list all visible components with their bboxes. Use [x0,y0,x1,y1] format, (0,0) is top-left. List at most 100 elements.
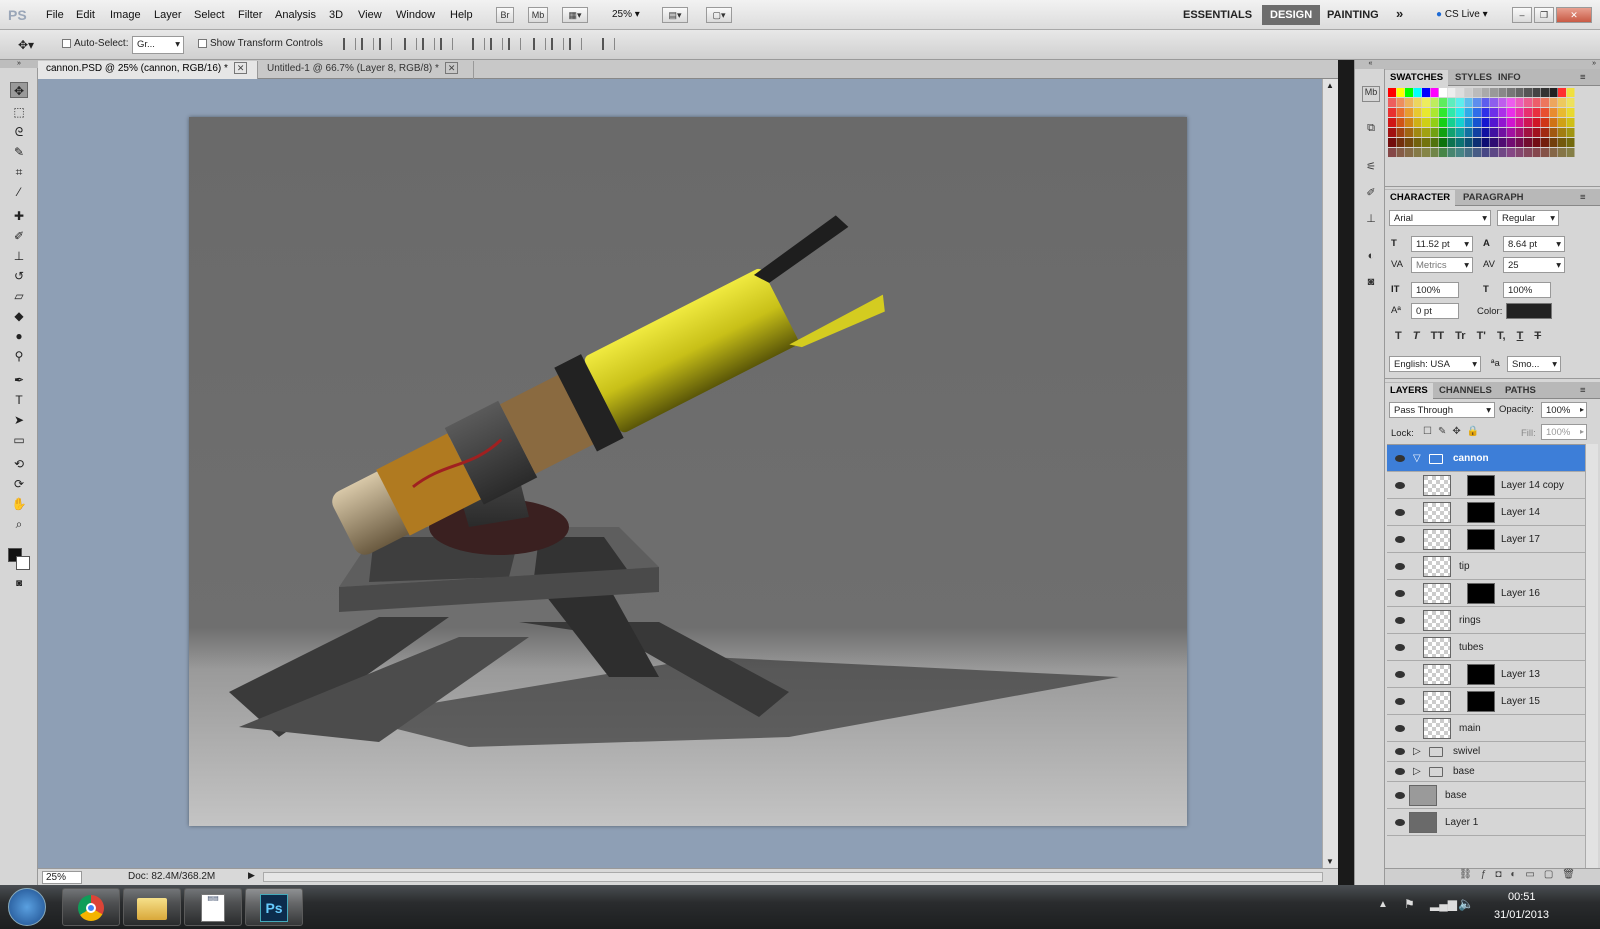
color-swatch[interactable] [1413,108,1422,117]
color-swatch[interactable] [1541,98,1549,107]
action-center-flag-icon[interactable]: ⚑ [1404,897,1415,911]
color-swatch[interactable] [1549,148,1558,157]
move-tool-icon[interactable]: ✥ [10,82,28,98]
leading-field[interactable]: 8.64 pt ▾ [1503,236,1565,252]
color-swatch[interactable] [1464,128,1473,137]
color-swatch[interactable] [1430,118,1439,127]
color-swatch[interactable] [1515,88,1524,97]
color-swatch[interactable] [1566,128,1575,137]
layers-scrollbar[interactable] [1585,444,1598,874]
color-swatch[interactable] [1405,98,1413,107]
taskbar-chrome[interactable] [62,888,120,926]
bridge-button[interactable]: Br [496,7,514,23]
zoom-level-dropdown[interactable]: 25% ▾ [612,9,640,20]
color-swatch[interactable] [1430,138,1439,147]
color-swatch[interactable] [1388,88,1396,97]
color-swatch[interactable] [1456,138,1464,147]
color-swatch[interactable] [1515,138,1524,147]
group-expand-icon[interactable]: ▽ [1413,453,1421,464]
workspace-essentials[interactable]: ESSENTIALS [1183,9,1252,21]
align-hcenter-icon[interactable] [422,38,435,50]
color-swatch[interactable] [1481,148,1490,157]
color-swatch[interactable] [1405,128,1413,137]
layer-row[interactable]: Layer 16 [1387,580,1585,607]
color-swatch[interactable] [1558,148,1566,157]
adjustments-panel-icon[interactable]: ⚟ [1362,160,1380,176]
align-left-icon[interactable] [404,38,417,50]
color-swatch[interactable] [1541,118,1549,127]
layer-row[interactable]: Layer 15 [1387,688,1585,715]
color-swatch[interactable] [1388,138,1396,147]
color-swatch[interactable] [1532,88,1541,97]
history-brush-tool-icon[interactable]: ↺ [10,268,28,284]
lasso-tool-icon[interactable]: ᘓ [10,124,28,140]
color-swatch[interactable] [1388,148,1396,157]
auto-align-layers-icon[interactable] [602,38,615,50]
menu-layer[interactable]: Layer [154,9,182,21]
color-swatch[interactable] [1549,138,1558,147]
color-swatch[interactable] [1507,118,1515,127]
color-swatch[interactable] [1413,148,1422,157]
color-swatch[interactable] [1524,98,1532,107]
color-swatch[interactable] [1541,138,1549,147]
layers-footer-buttons[interactable]: ⛓ƒ◘◐▭▢🗑 [1385,868,1600,885]
auto-select-dropdown[interactable]: Gr... ▾ [132,36,184,54]
color-swatch[interactable] [1439,108,1447,117]
healing-brush-tool-icon[interactable]: ✚ [10,208,28,224]
color-swatch[interactable] [1507,128,1515,137]
history-panel-icon[interactable]: ⧉ [1362,122,1380,138]
mini-bridge-button[interactable]: Mb [528,7,548,23]
panel-menu-icon[interactable]: ≡ [1580,72,1586,83]
baseline-shift-field[interactable]: 0 pt [1411,303,1459,319]
color-swatch[interactable] [1439,138,1447,147]
move-tool-preset-icon[interactable]: ✥▾ [18,38,34,52]
kerning-field[interactable]: Metrics ▾ [1411,257,1473,273]
color-swatch[interactable] [1430,108,1439,117]
color-swatch[interactable] [1473,148,1481,157]
tab-paths[interactable]: PATHS [1505,385,1536,396]
pen-tool-icon[interactable]: ✒ [10,372,28,388]
type-tool-icon[interactable]: T [10,392,28,408]
fill-field[interactable]: 100% ▸ [1541,424,1587,440]
close-tab-icon[interactable]: ✕ [233,62,248,74]
visibility-eye-icon[interactable] [1395,670,1405,678]
color-swatch[interactable] [1558,118,1566,127]
paint-bucket-tool-icon[interactable]: ◆ [10,308,28,324]
horizontal-scale-field[interactable]: 100% [1503,282,1551,298]
status-menu-arrow-icon[interactable]: ▶ [248,870,255,881]
layer-mask-thumbnail[interactable] [1467,664,1495,685]
close-tab-icon[interactable]: ✕ [444,62,459,74]
color-swatch[interactable] [1490,148,1498,157]
collapse-panels-icon[interactable]: » [1385,60,1600,69]
color-swatch[interactable] [1447,88,1456,97]
layer-row[interactable]: Layer 17 [1387,526,1585,553]
color-swatch[interactable] [1464,108,1473,117]
clock-time[interactable]: 00:51 [1508,891,1536,903]
visibility-eye-icon[interactable] [1395,697,1405,705]
quick-select-tool-icon[interactable]: ✎ [10,144,28,160]
tab-layers[interactable]: LAYERS [1385,383,1433,399]
color-swatch[interactable] [1405,148,1413,157]
color-swatch[interactable] [1481,138,1490,147]
glyph-style-buttons[interactable]: T T TT Tr T' T, T T [1395,330,1565,344]
visibility-eye-icon[interactable] [1395,616,1405,624]
text-color-swatch[interactable] [1506,303,1552,319]
color-swatch[interactable] [1473,108,1481,117]
color-swatch[interactable] [1532,108,1541,117]
color-swatch[interactable] [1507,108,1515,117]
cs-live-button[interactable]: ● CS Live ▾ [1436,9,1488,20]
color-swatch[interactable] [1447,138,1456,147]
color-swatch[interactable] [1507,148,1515,157]
menu-image[interactable]: Image [110,9,141,21]
path-selection-tool-icon[interactable]: ➤ [10,412,28,428]
scroll-down-icon[interactable]: ▼ [1326,857,1334,866]
color-swatch[interactable] [1396,98,1405,107]
font-family-select[interactable]: Arial ▾ [1389,210,1491,226]
color-swatch[interactable] [1524,138,1532,147]
color-swatch[interactable] [1566,98,1575,107]
color-swatch[interactable] [1422,148,1430,157]
color-swatch[interactable] [1456,108,1464,117]
color-swatch[interactable] [1549,128,1558,137]
color-swatch[interactable] [1422,128,1430,137]
color-swatch[interactable] [1439,88,1447,97]
